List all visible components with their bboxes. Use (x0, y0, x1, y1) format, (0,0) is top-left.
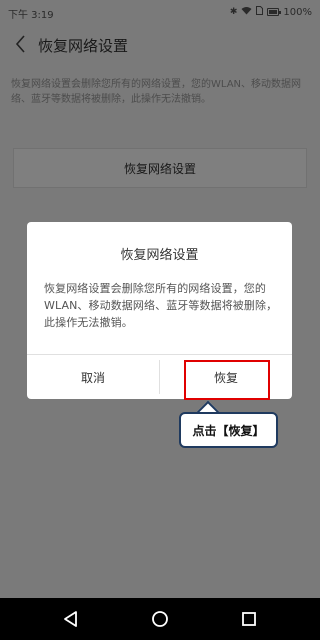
dialog-message: 恢复网络设置会删除您所有的网络设置，您的WLAN、移动数据网络、蓝牙等数据将被删… (44, 282, 278, 329)
cancel-button[interactable]: 取消 (27, 355, 159, 399)
highlight-box (184, 360, 270, 400)
navigation-bar (0, 598, 320, 640)
dialog-title: 恢复网络设置 (120, 248, 199, 263)
nav-back-icon[interactable] (59, 607, 83, 631)
nav-home-icon[interactable] (148, 607, 172, 631)
instruction-tooltip: 点击【恢复】 (179, 412, 278, 448)
nav-recent-icon[interactable] (237, 607, 261, 631)
